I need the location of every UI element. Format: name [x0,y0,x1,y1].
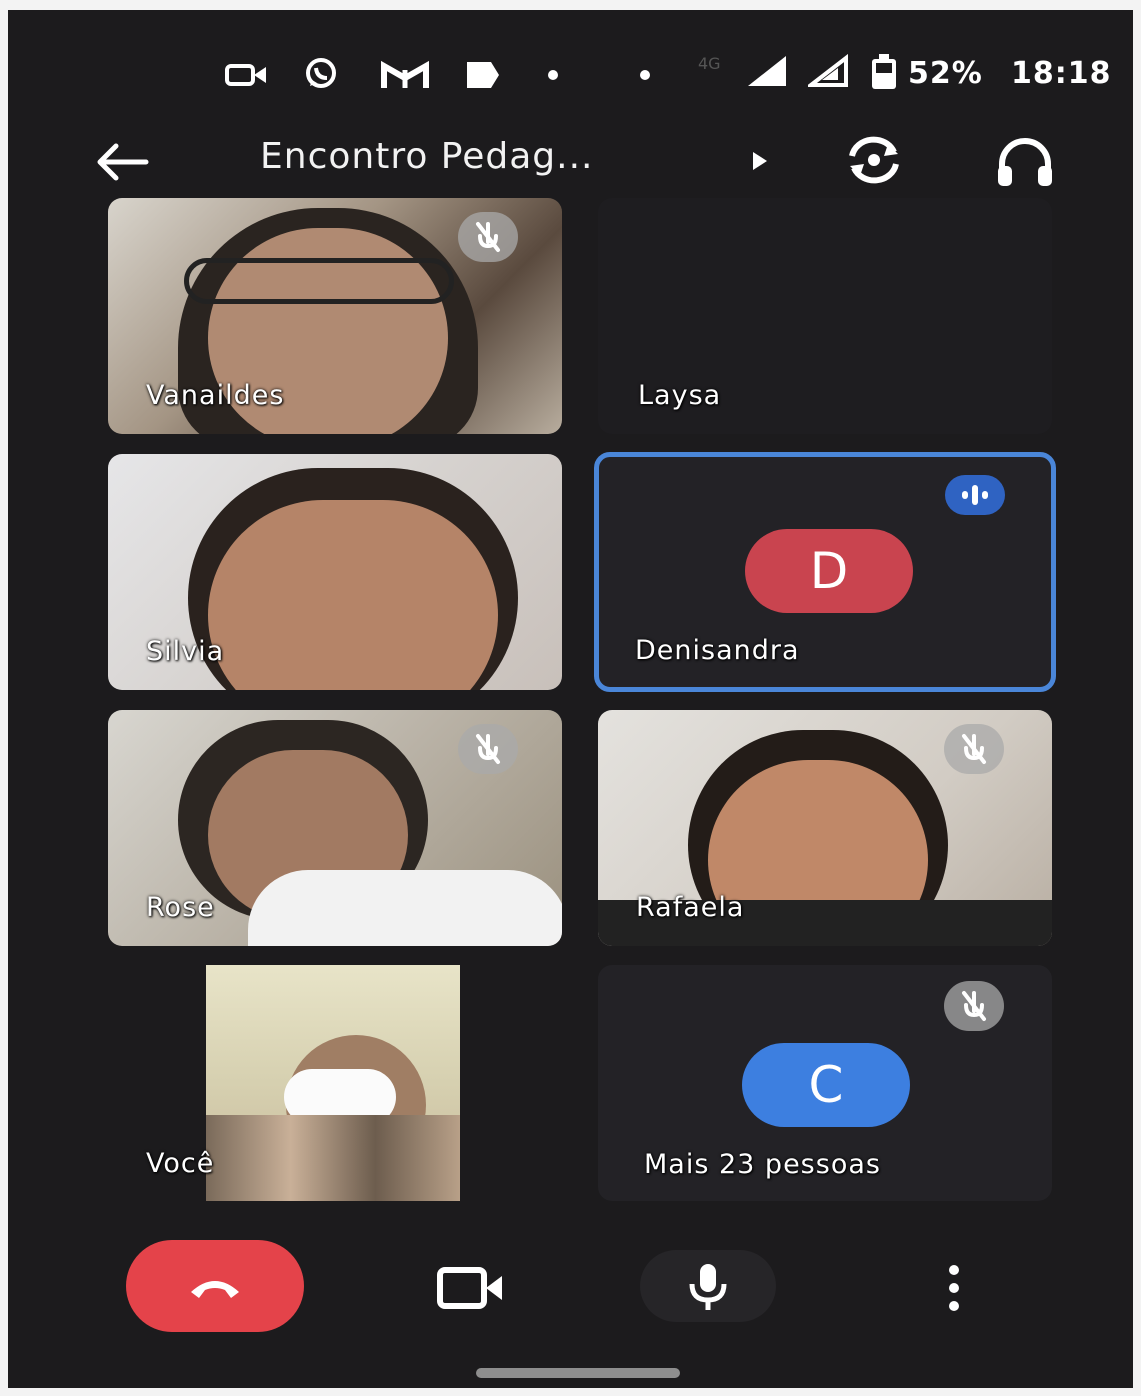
meeting-top-bar: Encontro Pedag... [8,120,1133,200]
phone-screen: 4G 52% 18:18 Encontro Pedag... Vanaildes… [8,10,1133,1388]
audio-output-headphones-icon[interactable] [994,136,1056,188]
muted-icon [458,724,518,774]
call-controls [8,1240,1133,1340]
participant-name: Silvia [146,636,225,667]
muted-icon [458,212,518,262]
participant-tile[interactable]: Rafaela [598,710,1052,946]
signal-icon [748,56,786,86]
back-arrow-icon[interactable] [94,142,150,182]
participant-tile-active-speaker[interactable]: D Denisandra [594,452,1056,692]
muted-icon [944,981,1004,1031]
muted-icon [944,724,1004,774]
meeting-title[interactable]: Encontro Pedag... [260,136,593,177]
participant-tile[interactable]: Rose [108,710,562,946]
speaking-indicator-icon [945,475,1005,515]
participant-name: Denisandra [635,635,800,666]
microphone-button[interactable] [640,1250,776,1322]
status-bar: 4G 52% 18:18 [8,48,1133,104]
participant-name: Mais 23 pessoas [644,1149,881,1180]
hang-up-phone-icon [191,1281,239,1298]
participant-tile[interactable]: Vanaildes [108,198,562,434]
switch-camera-icon[interactable] [840,134,908,186]
video-face [208,500,498,690]
video-clothing [206,1115,460,1201]
battery-icon [872,54,896,89]
battery-percent: 52% [908,56,983,91]
more-participants-tile[interactable]: C Mais 23 pessoas [598,965,1052,1201]
expand-title-icon[interactable] [750,150,770,172]
self-name: Você [146,1148,215,1179]
video-camera-icon [225,64,266,86]
whatsapp-icon [306,58,336,88]
dot-icon [640,70,650,80]
self-view-tile[interactable] [206,965,460,1201]
signal-2-icon [808,54,848,87]
camera-toggle-icon[interactable] [436,1264,506,1312]
end-call-button[interactable] [126,1240,304,1332]
participant-name: Vanaildes [146,380,285,411]
participant-tile[interactable]: Laysa [598,198,1052,434]
network-type-label: 4G [698,54,721,73]
participant-name: Rafaela [636,892,745,923]
glasses-shape [184,258,454,304]
dot-icon [548,70,558,80]
home-indicator[interactable] [476,1368,680,1378]
participant-tile[interactable]: Silvia [108,454,562,690]
gmail-icon [381,60,429,88]
notification-icon [467,62,499,88]
avatar: C [742,1043,910,1127]
clock: 18:18 [1011,56,1112,91]
avatar: D [745,529,913,613]
video-clothing [248,870,562,946]
participant-name: Laysa [638,380,722,411]
microphone-icon [689,1264,727,1310]
participant-name: Rose [146,892,215,923]
more-options-icon[interactable] [942,1262,966,1314]
